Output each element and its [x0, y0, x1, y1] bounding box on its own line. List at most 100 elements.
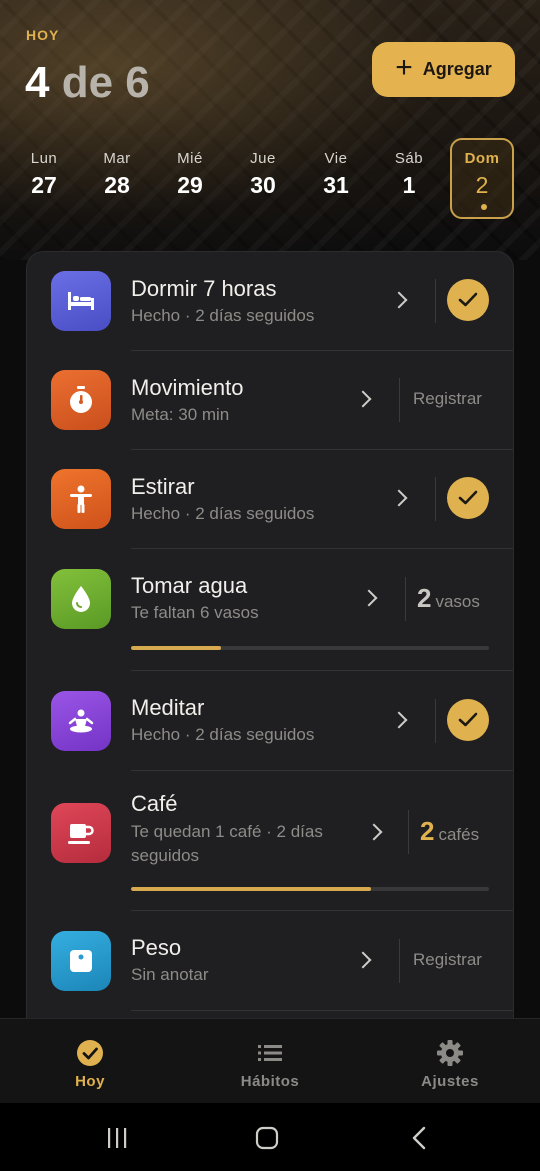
- habit-row-meditate[interactable]: Meditar Hecho · 2 días seguidos: [27, 671, 513, 771]
- tab-settings[interactable]: Ajustes: [360, 1019, 540, 1104]
- water-count: 2: [417, 583, 432, 613]
- divider: [408, 810, 409, 854]
- day-name: Dom: [464, 150, 500, 167]
- meditation-icon: [51, 691, 111, 751]
- chevron-right-icon[interactable]: [360, 589, 378, 607]
- day-thursday[interactable]: Jue 30: [231, 138, 295, 219]
- habit-goal: Meta: 30 min: [131, 405, 230, 424]
- habits-card: Dormir 7 horas Hecho · 2 días seguidos M…: [26, 251, 514, 1051]
- daily-progress-title: 4 de 6: [25, 58, 150, 108]
- coffee-progress-bar: [131, 887, 489, 891]
- habit-complete-toggle[interactable]: [447, 477, 489, 519]
- chevron-right-icon[interactable]: [390, 291, 408, 309]
- progress-done-count: 4: [25, 58, 50, 107]
- water-drop-icon: [51, 569, 111, 629]
- habit-name: Movimiento: [131, 375, 244, 400]
- habit-status: Hecho · 2 días seguidos: [131, 504, 315, 523]
- coffee-progress-fill: [131, 887, 371, 891]
- divider: [405, 577, 406, 621]
- tab-today[interactable]: Hoy: [0, 1019, 180, 1104]
- habit-complete-toggle[interactable]: [447, 699, 489, 741]
- habit-remaining-line1: Te quedan 1 café · 2 días: [131, 822, 323, 841]
- day-name: Jue: [250, 150, 276, 167]
- day-saturday[interactable]: Sáb 1: [377, 138, 441, 219]
- coffee-cup-icon: [51, 803, 111, 863]
- day-name: Mié: [177, 150, 203, 167]
- day-wednesday[interactable]: Mié 29: [158, 138, 222, 219]
- home-icon[interactable]: [250, 1121, 284, 1155]
- bed-icon: [51, 271, 111, 331]
- habit-row-stretch[interactable]: Estirar Hecho · 2 días seguidos: [27, 450, 513, 549]
- chevron-right-icon[interactable]: [390, 489, 408, 507]
- day-name: Sáb: [394, 150, 424, 167]
- day-number: 28: [104, 172, 130, 198]
- list-icon: [256, 1039, 284, 1067]
- day-number: 2: [475, 172, 489, 198]
- habit-row-weight[interactable]: Peso Sin anotar Registrar: [27, 911, 513, 1011]
- chevron-right-icon[interactable]: [354, 951, 372, 969]
- day-name: Lun: [30, 150, 58, 167]
- tab-habits[interactable]: Hábitos: [180, 1019, 360, 1104]
- stopwatch-icon: [51, 370, 111, 430]
- system-navigation-bar: [0, 1103, 540, 1171]
- tab-label: Ajustes: [421, 1073, 479, 1090]
- habit-remaining-line2: seguidos: [131, 846, 200, 865]
- habit-name: Peso: [131, 935, 182, 960]
- habit-row-coffee[interactable]: Café Te quedan 1 café · 2 días seguidos …: [27, 771, 513, 911]
- coffee-unit: cafés: [438, 825, 480, 844]
- checkmark-icon: [458, 490, 478, 505]
- habit-complete-toggle[interactable]: [447, 279, 489, 321]
- divider: [435, 279, 436, 323]
- chevron-right-icon[interactable]: [354, 390, 372, 408]
- habit-name: Café: [131, 791, 178, 816]
- recent-apps-icon[interactable]: [100, 1121, 134, 1155]
- divider: [399, 378, 400, 422]
- day-friday[interactable]: Vie 31: [304, 138, 368, 219]
- habit-row-water[interactable]: Tomar agua Te faltan 6 vasos 2 vasos: [27, 549, 513, 671]
- chevron-right-icon[interactable]: [365, 823, 383, 841]
- plus-icon: +: [395, 51, 413, 84]
- day-number: 29: [177, 172, 203, 198]
- day-monday[interactable]: Lun 27: [12, 138, 76, 219]
- bottom-tab-bar: Hoy Hábitos Ajustes: [0, 1018, 540, 1103]
- day-name: Vie: [324, 150, 348, 167]
- day-number: 31: [323, 172, 349, 198]
- habit-name: Estirar: [131, 474, 195, 499]
- gear-icon: [436, 1039, 464, 1067]
- day-tuesday[interactable]: Mar 28: [85, 138, 149, 219]
- habit-status: Hecho · 2 días seguidos: [131, 725, 315, 744]
- water-progress-fill: [131, 646, 221, 650]
- today-label: HOY: [26, 27, 60, 43]
- day-name: Mar: [103, 150, 131, 167]
- chevron-right-icon[interactable]: [390, 711, 408, 729]
- water-counter[interactable]: 2 vasos: [417, 583, 480, 614]
- habit-row-movement[interactable]: Movimiento Meta: 30 min Registrar: [27, 351, 513, 450]
- habit-name: Tomar agua: [131, 573, 248, 598]
- check-circle-icon: [76, 1039, 104, 1067]
- tab-label: Hábitos: [240, 1073, 300, 1090]
- checkmark-icon: [458, 712, 478, 727]
- header-background: [0, 0, 540, 260]
- water-unit: vasos: [435, 592, 480, 611]
- divider: [435, 699, 436, 743]
- register-button[interactable]: Registrar: [413, 389, 482, 409]
- stretch-person-icon: [51, 469, 111, 529]
- coffee-count: 2: [420, 816, 435, 846]
- day-number: 27: [31, 172, 57, 198]
- day-sunday-selected[interactable]: Dom 2: [450, 138, 514, 219]
- coffee-counter[interactable]: 2 cafés: [420, 816, 479, 847]
- divider: [435, 477, 436, 521]
- add-habit-button[interactable]: + Agregar: [372, 42, 515, 97]
- register-button[interactable]: Registrar: [413, 950, 482, 970]
- day-number: 1: [402, 172, 416, 198]
- back-icon[interactable]: [402, 1121, 436, 1155]
- habit-row-sleep[interactable]: Dormir 7 horas Hecho · 2 días seguidos: [27, 252, 513, 351]
- habit-name: Dormir 7 horas: [131, 276, 277, 301]
- checkmark-icon: [458, 292, 478, 307]
- habit-name: Meditar: [131, 695, 205, 720]
- scale-icon: [51, 931, 111, 991]
- add-habit-label: Agregar: [422, 59, 492, 79]
- tab-label: Hoy: [75, 1073, 105, 1090]
- today-dot-indicator: [481, 204, 487, 210]
- divider: [399, 939, 400, 983]
